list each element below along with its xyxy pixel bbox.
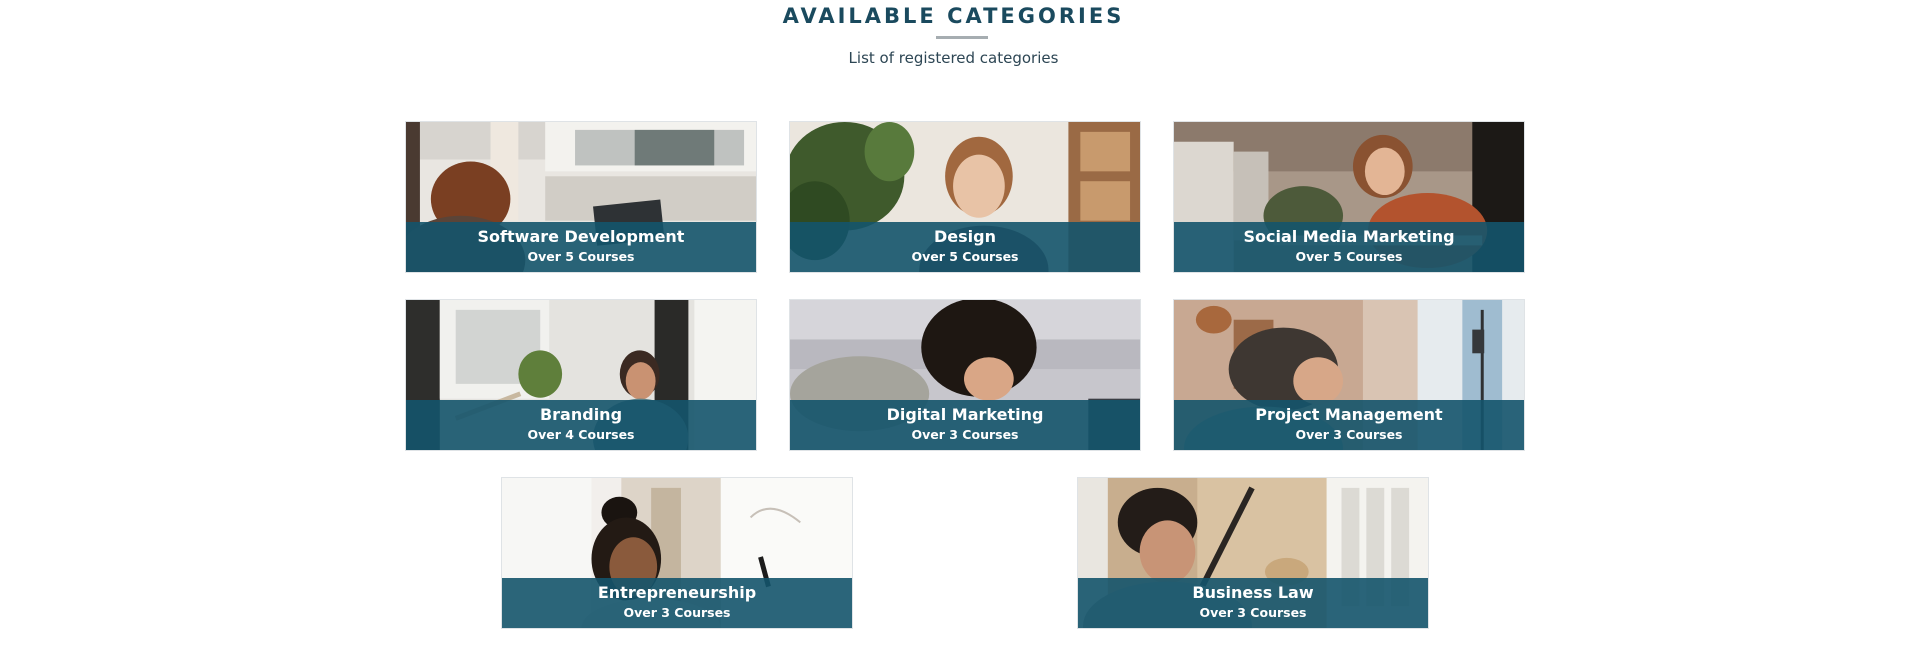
- card-title: Software Development: [477, 227, 685, 246]
- card-overlay: Branding Over 4 Courses: [406, 400, 756, 450]
- card-course-count: Over 5 Courses: [527, 249, 635, 264]
- card-title: Project Management: [1255, 405, 1443, 424]
- section-title: AVAILABLE CATEGORIES: [782, 4, 1125, 28]
- card-overlay: Business Law Over 3 Courses: [1078, 578, 1428, 628]
- card-course-count: Over 4 Courses: [527, 427, 635, 442]
- card-overlay: Project Management Over 3 Courses: [1174, 400, 1524, 450]
- category-card-social-media-marketing[interactable]: Social Media Marketing Over 5 Courses: [1173, 121, 1525, 273]
- card-overlay: Design Over 5 Courses: [790, 222, 1140, 272]
- category-card-branding[interactable]: Branding Over 4 Courses: [405, 299, 757, 451]
- card-overlay: Entrepreneurship Over 3 Courses: [502, 578, 852, 628]
- card-course-count: Over 3 Courses: [911, 427, 1019, 442]
- card-overlay: Software Development Over 5 Courses: [406, 222, 756, 272]
- category-card-software-development[interactable]: Software Development Over 5 Courses: [405, 121, 757, 273]
- category-card-entrepreneurship[interactable]: Entrepreneurship Over 3 Courses: [501, 477, 853, 629]
- card-course-count: Over 5 Courses: [1295, 249, 1403, 264]
- card-course-count: Over 5 Courses: [911, 249, 1019, 264]
- card-overlay: Digital Marketing Over 3 Courses: [790, 400, 1140, 450]
- card-title: Design: [934, 227, 996, 246]
- card-title: Branding: [539, 405, 623, 424]
- card-title: Social Media Marketing: [1243, 227, 1455, 246]
- category-card-digital-marketing[interactable]: Digital Marketing Over 3 Courses: [789, 299, 1141, 451]
- card-title: Digital Marketing: [886, 405, 1044, 424]
- category-card-business-law[interactable]: Business Law Over 3 Courses: [1077, 477, 1429, 629]
- title-underline: [936, 36, 988, 39]
- section-subtitle: List of registered categories: [848, 49, 1059, 67]
- category-card-project-management[interactable]: Project Management Over 3 Courses: [1173, 299, 1525, 451]
- card-title: Entrepreneurship: [597, 583, 757, 602]
- card-title: Business Law: [1192, 583, 1314, 602]
- card-course-count: Over 3 Courses: [1295, 427, 1403, 442]
- category-card-design[interactable]: Design Over 5 Courses: [789, 121, 1141, 273]
- card-course-count: Over 3 Courses: [623, 605, 731, 620]
- card-course-count: Over 3 Courses: [1199, 605, 1307, 620]
- card-overlay: Social Media Marketing Over 5 Courses: [1174, 222, 1524, 272]
